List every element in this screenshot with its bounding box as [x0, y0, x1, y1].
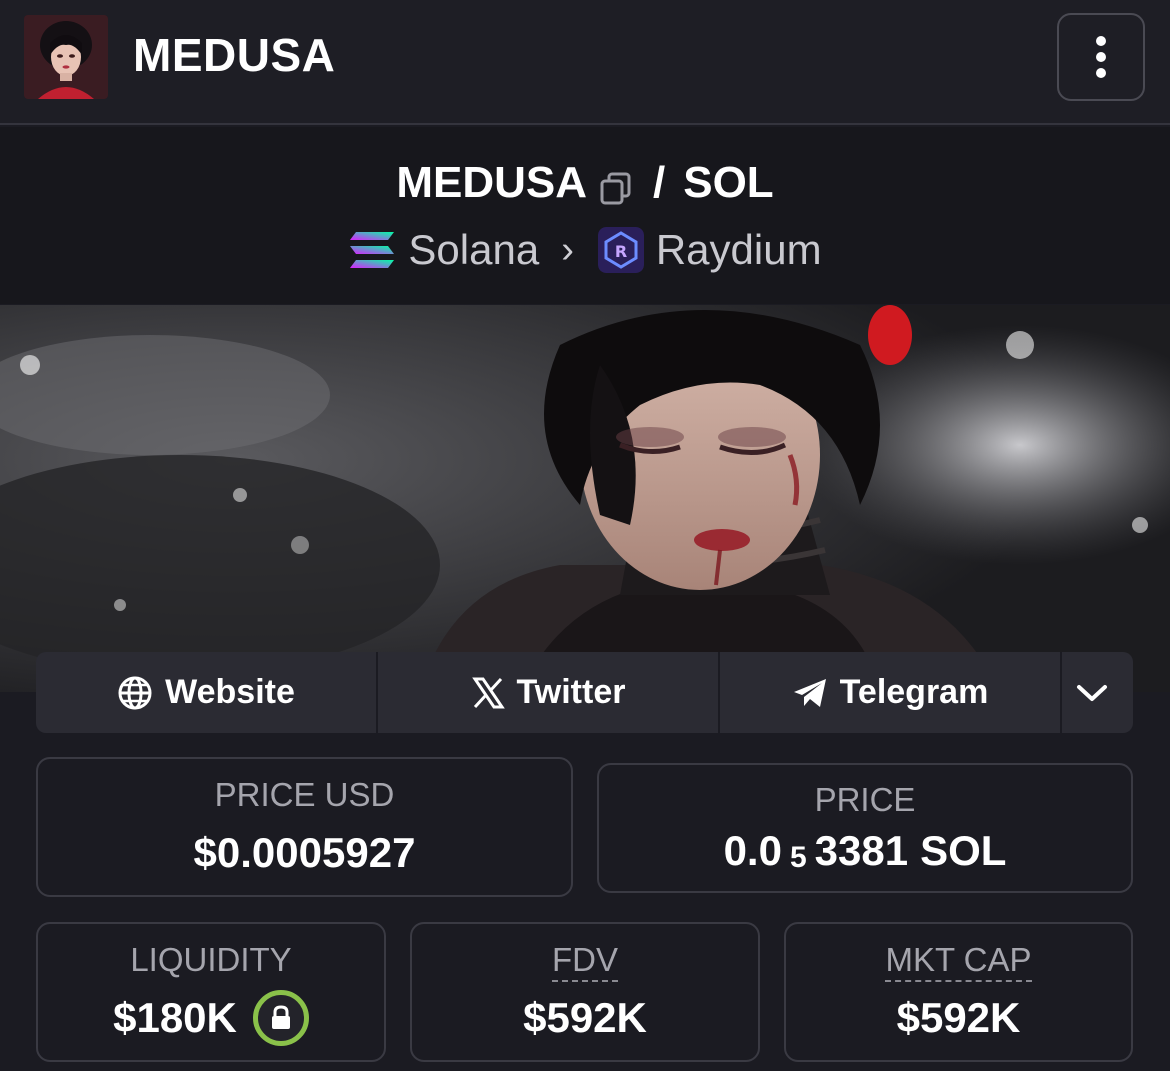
chevron-down-icon — [1076, 684, 1107, 701]
token-avatar — [24, 15, 108, 99]
price-native-value: 0.0 5 3381 SOL — [599, 827, 1131, 875]
telegram-label: Telegram — [839, 673, 989, 711]
telegram-button[interactable]: Telegram — [718, 652, 1060, 733]
pair-info: MEDUSA / SOL Solana › R Raydium — [0, 127, 1170, 304]
lock-icon[interactable] — [252, 990, 309, 1046]
kebab-dot — [1096, 68, 1106, 78]
token-title: MEDUSA — [133, 29, 336, 81]
kebab-menu-icon — [1096, 36, 1106, 46]
top-bar: MEDUSA — [0, 0, 1170, 125]
social-links-bar: Website Twitter Telegram — [36, 652, 1133, 733]
fdv-label: FDV — [552, 941, 618, 982]
chain-dex-breadcrumb: Solana › R Raydium — [0, 222, 1170, 278]
token-banner-image — [0, 305, 1170, 692]
price-usd-label: PRICE USD — [214, 776, 395, 813]
fdv-card[interactable]: FDV $592K — [410, 922, 760, 1062]
website-button[interactable]: Website — [36, 652, 376, 733]
liquidity-card: LIQUIDITY $180K — [36, 922, 386, 1062]
price-unit: SOL — [920, 827, 1007, 874]
price-native-card: PRICE 0.0 5 3381 SOL — [597, 763, 1133, 893]
dex-link[interactable]: Raydium — [656, 226, 822, 274]
raydium-logo-icon: R — [597, 227, 644, 273]
chevron-right-icon: › — [561, 228, 574, 271]
market-cap-card[interactable]: MKT CAP $592K — [784, 922, 1133, 1062]
telegram-icon — [793, 678, 826, 707]
twitter-button[interactable]: Twitter — [376, 652, 718, 733]
price-label: PRICE — [814, 781, 916, 818]
more-links-button[interactable] — [1060, 652, 1133, 733]
price-zero-count: 5 — [789, 841, 807, 874]
quote-token-symbol: SOL — [683, 158, 774, 207]
price-prefix: 0.0 — [723, 827, 782, 874]
kebab-dot — [1096, 52, 1106, 62]
liquidity-value-row: $180K — [38, 990, 384, 1046]
market-cap-label: MKT CAP — [885, 941, 1032, 982]
more-menu-button[interactable] — [1057, 13, 1145, 101]
market-cap-label-wrap: MKT CAP — [786, 941, 1131, 982]
solana-logo-icon — [350, 232, 395, 268]
pair-title: MEDUSA / SOL — [0, 155, 1170, 211]
copy-icon[interactable] — [599, 166, 633, 205]
fdv-value: $592K — [523, 994, 647, 1041]
liquidity-label: LIQUIDITY — [130, 941, 292, 978]
price-digits: 3381 — [814, 827, 909, 874]
liquidity-value: $180K — [113, 994, 237, 1041]
pair-separator: / — [653, 158, 666, 207]
chain-link[interactable]: Solana — [408, 226, 539, 274]
market-cap-value: $592K — [896, 994, 1021, 1041]
x-logo-icon — [471, 677, 505, 708]
website-label: Website — [165, 673, 295, 711]
fdv-label-wrap: FDV — [412, 941, 758, 982]
price-usd-card: PRICE USD $0.0005927 — [36, 757, 573, 897]
price-usd-value: $0.0005927 — [193, 829, 416, 876]
twitter-label: Twitter — [516, 673, 626, 711]
globe-icon — [118, 676, 152, 709]
svg-text:R: R — [615, 242, 627, 261]
base-token-symbol: MEDUSA — [396, 158, 587, 207]
